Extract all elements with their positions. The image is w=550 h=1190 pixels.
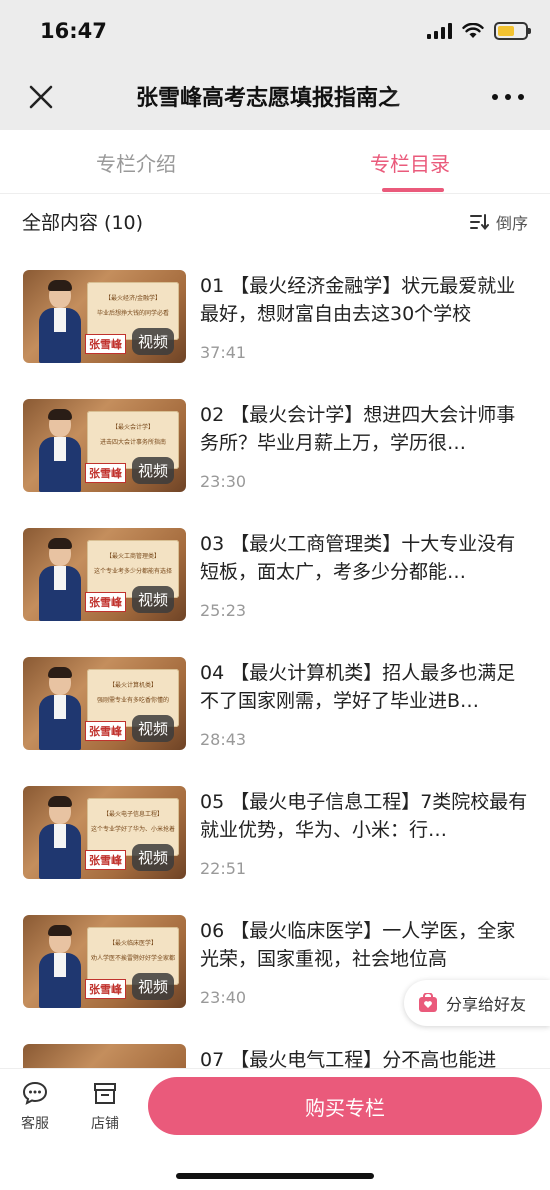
list-item[interactable]: 【最火电子信息工程】 这个专业学好了华为、小米抢着要 张雪峰 视频 05 【最火电…	[0, 786, 550, 915]
presenter-illustration	[39, 538, 81, 621]
sort-icon	[469, 214, 489, 230]
presenter-illustration	[39, 796, 81, 879]
list-item[interactable]: 【最火经济/金融学】 毕业后想挣大钱的同学必看 张雪峰 视频 01 【最火经济金融…	[0, 270, 550, 399]
signal-icon	[427, 23, 452, 39]
home-indicator	[176, 1173, 374, 1179]
bottom-bar: 客服 店铺 购买专栏	[0, 1068, 550, 1190]
page-title: 张雪峰高考志愿填报指南之	[135, 86, 400, 111]
close-button[interactable]	[22, 78, 60, 116]
course-thumbnail: 【最火会计学】 进击四大会计事务所指南 张雪峰 视频	[23, 399, 186, 492]
item-title: 07 【最火电气工程】分不高也能进	[200, 1049, 497, 1068]
video-badge: 视频	[131, 457, 174, 484]
item-duration: 28:43	[200, 730, 247, 749]
video-badge: 视频	[131, 844, 174, 871]
item-title: 05 【最火电子信息工程】7类院校最有就业优势，华为、小米：行…	[200, 791, 528, 841]
presenter-illustration	[39, 925, 81, 1008]
status-icons	[427, 22, 531, 40]
more-button[interactable]	[492, 84, 524, 110]
share-label: 分享给好友	[446, 995, 527, 1014]
presenter-illustration	[39, 667, 81, 750]
all-content-count: 全部内容 (10)	[22, 212, 144, 234]
video-badge: 视频	[131, 586, 174, 613]
sort-button[interactable]: 倒序	[469, 210, 528, 234]
shop-button[interactable]: 店铺	[80, 1081, 130, 1133]
list-item[interactable]: 07 【最火电气工程】分不高也能进	[0, 1044, 550, 1068]
list-item[interactable]: 【最火会计学】 进击四大会计事务所指南 张雪峰 视频 02 【最火会计学】想进四大…	[0, 399, 550, 528]
more-dot-icon	[518, 94, 524, 100]
shop-icon	[94, 1083, 116, 1104]
buy-column-button[interactable]: 购买专栏	[148, 1077, 542, 1135]
more-dot-icon	[492, 94, 498, 100]
course-thumbnail: 【最火工商管理类】 这个专业考多少分都能有选择 张雪峰 视频	[23, 528, 186, 621]
list-item[interactable]: 【最火计算机类】 强刚需专业有多吃香你懂的 张雪峰 视频 04 【最火计算机类】招…	[0, 657, 550, 786]
video-badge: 视频	[131, 973, 174, 1000]
tab-active-indicator	[382, 188, 444, 192]
share-to-friends-button[interactable]: 分享给好友	[404, 980, 550, 1026]
course-thumbnail: 【最火经济/金融学】 毕业后想挣大钱的同学必看 张雪峰 视频	[23, 270, 186, 363]
presenter-illustration	[39, 409, 81, 492]
item-duration: 37:41	[200, 343, 247, 362]
wifi-icon	[462, 23, 484, 38]
presenter-name-tag: 张雪峰	[85, 979, 126, 999]
item-duration: 22:51	[200, 859, 247, 878]
video-badge: 视频	[131, 328, 174, 355]
list-header: 全部内容 (10) 倒序	[0, 196, 550, 246]
presenter-name-tag: 张雪峰	[85, 463, 126, 483]
list-item[interactable]: 【最火工商管理类】 这个专业考多少分都能有选择 张雪峰 视频 03 【最火工商管理…	[0, 528, 550, 657]
course-thumbnail: 【最火电子信息工程】 这个专业学好了华为、小米抢着要 张雪峰 视频	[23, 786, 186, 879]
tab-bar: 专栏介绍 专栏目录	[0, 130, 550, 194]
customer-service-button[interactable]: 客服	[10, 1081, 60, 1133]
chat-bubble-icon	[22, 1081, 48, 1105]
item-duration: 23:30	[200, 472, 247, 491]
course-thumbnail: 【最火计算机类】 强刚需专业有多吃香你懂的 张雪峰 视频	[23, 657, 186, 750]
sort-label: 倒序	[495, 214, 528, 233]
tab-intro[interactable]: 专栏介绍	[96, 148, 176, 177]
item-title: 01 【最火经济金融学】状元最爱就业最好，想财富自由去这30个学校	[200, 275, 516, 325]
battery-icon	[494, 22, 531, 40]
tab-catalog[interactable]: 专栏目录	[370, 148, 450, 177]
presenter-name-tag: 张雪峰	[85, 334, 126, 354]
video-badge: 视频	[131, 715, 174, 742]
status-time: 16:47	[40, 19, 107, 43]
more-dot-icon	[505, 94, 511, 100]
course-thumbnail: 【最火临床医学】劝人学医不挨雷劈好好学全家都光荣 张雪峰 视频	[23, 915, 186, 1008]
item-duration: 25:23	[200, 601, 247, 620]
share-bag-icon	[419, 993, 437, 1012]
item-title: 03 【最火工商管理类】十大专业没有短板，面太广，考多少分都能…	[200, 533, 516, 583]
item-duration: 23:40	[200, 988, 247, 1007]
item-title: 04 【最火计算机类】招人最多也满足不了国家刚需，学好了毕业进B…	[200, 662, 516, 712]
customer-service-label: 客服	[21, 1116, 49, 1132]
course-thumbnail	[23, 1044, 186, 1068]
presenter-name-tag: 张雪峰	[85, 721, 126, 741]
item-title: 02 【最火会计学】想进四大会计师事务所？毕业月薪上万，学历很…	[200, 404, 516, 454]
presenter-illustration	[39, 280, 81, 363]
presenter-name-tag: 张雪峰	[85, 592, 126, 612]
presenter-name-tag: 张雪峰	[85, 850, 126, 870]
close-icon	[29, 85, 53, 109]
shop-label: 店铺	[91, 1116, 119, 1132]
item-title: 06 【最火临床医学】一人学医，全家光荣，国家重视，社会地位高	[200, 920, 516, 970]
top-bar: 16:47 张雪峰高考志愿填报指南之	[0, 0, 550, 130]
